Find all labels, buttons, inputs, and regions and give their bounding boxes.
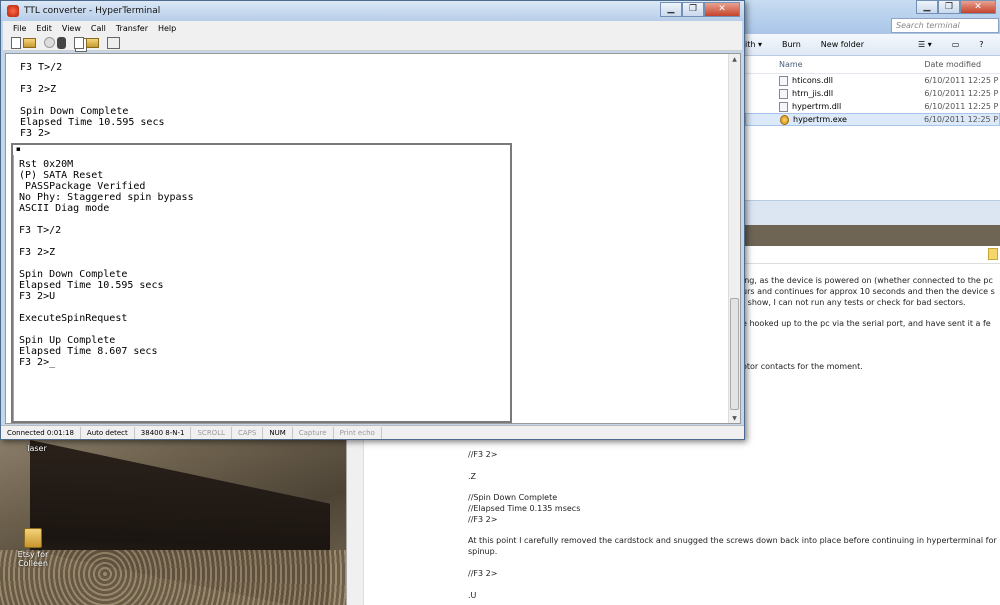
menu-help[interactable]: Help (158, 24, 176, 33)
file-date: 6/10/2011 12:25 P (924, 102, 999, 111)
properties-icon[interactable] (107, 36, 120, 49)
post-text-line: e hooked up to the pc via the serial por… (742, 319, 991, 328)
post-text-line: At this point I carefully removed the ca… (468, 536, 997, 545)
dll-file-icon (779, 88, 788, 99)
post-text-line: .U (468, 591, 477, 600)
file-row[interactable]: hypertrm.dll 6/10/2011 12:25 P (745, 100, 1000, 113)
preview-pane-icon[interactable]: ▭ (952, 40, 960, 49)
menu-bar: File Edit View Call Transfer Help (3, 21, 742, 35)
file-date: 6/10/2011 12:25 P (924, 115, 999, 124)
file-row-selected[interactable]: hypertrm.exe 6/10/2011 12:25 P (745, 113, 1000, 126)
scrollbar-thumb[interactable] (730, 298, 739, 410)
window-title: TTL converter - HyperTerminal (24, 6, 161, 16)
status-num: NUM (263, 426, 293, 439)
dll-file-icon (779, 75, 788, 86)
scroll-down-icon[interactable]: ▼ (729, 413, 740, 423)
file-name: hypertrm.exe (793, 115, 847, 124)
new-folder-button[interactable]: New folder (821, 40, 864, 49)
post-text-line: //F3 2> (468, 569, 498, 578)
post-text-line: //F3 2> (468, 450, 498, 459)
hyperterminal-window: TTL converter - HyperTerminal ▁ ❐ ✕ File… (0, 0, 745, 440)
organize-menu[interactable]: ith ▾ (745, 40, 762, 49)
desktop-wallpaper (0, 440, 350, 605)
overlay-marker: ▪ (16, 145, 21, 153)
exe-file-icon (780, 114, 789, 125)
minimize-icon[interactable]: ▁ (916, 0, 938, 14)
column-date-modified[interactable]: Date modified (924, 60, 1000, 69)
close-icon[interactable]: ✕ (960, 0, 996, 14)
maximize-icon[interactable]: ❐ (938, 0, 960, 14)
file-name: hypertrm.dll (792, 102, 842, 111)
file-name: htrn_jis.dll (792, 89, 834, 98)
hyperterminal-titlebar[interactable]: TTL converter - HyperTerminal ▁ ❐ ✕ (1, 1, 744, 21)
post-text-line: //Spin Down Complete (468, 493, 558, 502)
hyperterminal-app-icon[interactable] (7, 5, 19, 17)
search-input[interactable]: Search terminal (891, 18, 999, 33)
disconnect-icon[interactable] (44, 37, 55, 48)
explorer-titlebar: ▁ ❐ ✕ Search terminal (745, 0, 1000, 34)
menu-edit[interactable]: Edit (36, 24, 52, 33)
status-baud: 38400 8-N-1 (135, 426, 192, 439)
dll-file-icon (779, 101, 788, 112)
post-text-line: .Z (468, 472, 477, 481)
explorer-details-pane (745, 200, 1000, 225)
minimize-icon[interactable]: ▁ (660, 2, 682, 17)
menu-call[interactable]: Call (91, 24, 106, 33)
post-text-line: //Elapsed Time 0.135 msecs (468, 504, 581, 513)
scroll-up-icon[interactable]: ▲ (729, 54, 740, 66)
post-text-line: urs and continues for approx 10 seconds … (742, 287, 995, 296)
menu-file[interactable]: File (13, 24, 26, 33)
desktop-icon-laser[interactable]: laser (12, 444, 62, 453)
terminal-scrollbar[interactable]: ▲ ▼ (728, 54, 740, 423)
new-connection-icon[interactable] (11, 36, 21, 49)
explorer-window-controls: ▁ ❐ ✕ (916, 0, 996, 14)
burn-button[interactable]: Burn (782, 40, 801, 49)
toolbar (3, 35, 742, 51)
post-text-line: //F3 2> (468, 515, 498, 524)
status-connected: Connected 0:01:18 (1, 426, 81, 439)
terminal-output: Rst 0x20M (P) SATA Reset PASSPackage Ver… (19, 159, 194, 368)
view-options-icon[interactable]: ☰ ▾ (918, 40, 932, 49)
window-controls: ▁ ❐ ✕ (660, 2, 740, 17)
file-date: 6/10/2011 12:25 P (924, 76, 999, 85)
post-text-line: spinup. (468, 547, 498, 556)
call-icon[interactable] (57, 36, 66, 49)
close-icon[interactable]: ✕ (704, 2, 740, 17)
file-row[interactable]: htrn_jis.dll 6/10/2011 12:25 P (745, 87, 1000, 100)
status-caps: CAPS (232, 426, 264, 439)
post-text-line: t show, I can not run any tests or check… (742, 298, 966, 307)
column-name[interactable]: Name (745, 60, 924, 69)
desktop-icon-label: laser (27, 444, 47, 453)
overlay-header: ▪ (13, 145, 510, 155)
explorer-toolbar: ith ▾ Burn New folder ☰ ▾ ▭ ? (745, 34, 1000, 56)
open-folder-icon[interactable] (23, 37, 36, 48)
post-text-line: ing, as the device is powered on (whethe… (742, 276, 993, 285)
desktop-icon-label: Etsy for Colleen (17, 550, 49, 568)
status-scroll: SCROLL (191, 426, 232, 439)
status-print-echo: Print echo (334, 426, 382, 439)
menu-view[interactable]: View (62, 24, 81, 33)
terminal-screen-overlay[interactable]: ▪ Rst 0x20M (P) SATA Reset PASSPackage V… (11, 143, 512, 423)
folder-icon (24, 528, 42, 548)
folder-tab-icon[interactable] (988, 248, 998, 260)
terminal-output: F3 T>/2 F3 2>Z Spin Down Complete Elapse… (20, 62, 165, 139)
status-detect: Auto detect (81, 426, 135, 439)
file-name: hticons.dll (792, 76, 834, 85)
file-row[interactable]: hticons.dll 6/10/2011 12:25 P (745, 74, 1000, 87)
status-bar: Connected 0:01:18 Auto detect 38400 8-N-… (1, 425, 744, 439)
file-date: 6/10/2011 12:25 P (924, 89, 999, 98)
file-list-header: Name Date modified (745, 56, 1000, 74)
menu-transfer[interactable]: Transfer (116, 24, 148, 33)
status-capture: Capture (293, 426, 334, 439)
help-icon[interactable]: ? (979, 40, 983, 49)
receive-icon[interactable] (86, 37, 99, 48)
post-text-line: otor contacts for the moment. (742, 362, 863, 371)
maximize-icon[interactable]: ❐ (682, 2, 704, 17)
desktop-icon-etsy-folder[interactable]: Etsy for Colleen (8, 528, 58, 568)
explorer-window: ▁ ❐ ✕ Search terminal ith ▾ Burn New fol… (744, 0, 1000, 225)
send-icon[interactable] (74, 36, 84, 49)
